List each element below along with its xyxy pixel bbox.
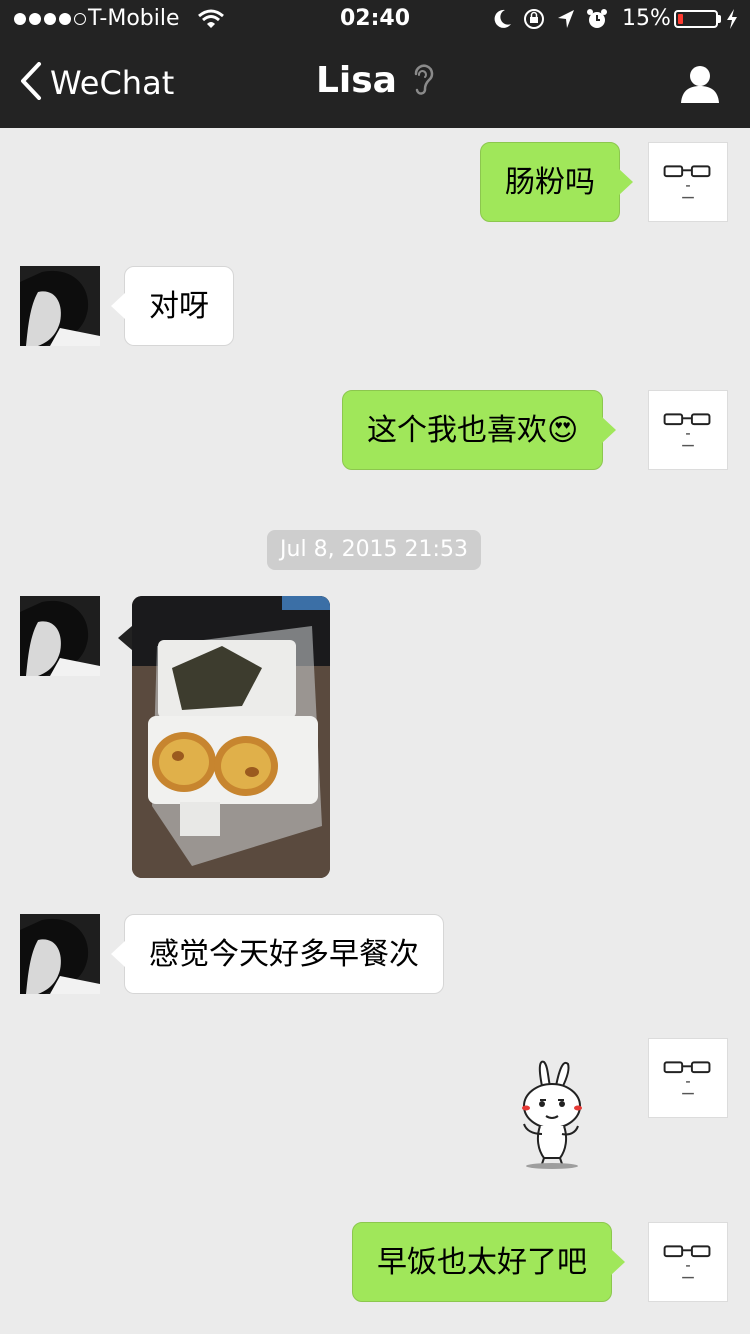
contact-name: Lisa <box>315 60 397 101</box>
lisa-avatar[interactable] <box>20 596 100 676</box>
message-bubble-incoming[interactable]: 对呀 <box>111 266 234 346</box>
rotation-lock-icon <box>522 8 546 36</box>
alarm-icon <box>586 8 608 36</box>
lisa-avatar[interactable] <box>20 266 100 346</box>
chat-timestamp: Jul 8, 2015 21:53 <box>267 530 481 570</box>
lisa-avatar[interactable] <box>20 914 100 994</box>
charging-bolt-icon <box>726 8 738 36</box>
top-bar: T-Mobile 02:40 15% WeChat Lisa <box>0 0 750 128</box>
person-icon[interactable] <box>680 64 720 108</box>
battery-percentage: 15% <box>622 6 671 31</box>
my-avatar[interactable] <box>648 390 728 470</box>
breakfast-photo <box>132 596 330 878</box>
battery-level-fill <box>678 14 683 24</box>
message-bubble-outgoing[interactable]: 肠粉吗 <box>480 142 633 222</box>
my-avatar[interactable] <box>648 142 728 222</box>
glasses-face-icon <box>663 413 711 447</box>
glasses-face-icon <box>663 1245 711 1279</box>
message-bubble-outgoing[interactable]: 早饭也太好了吧 <box>352 1222 625 1302</box>
bunny-sticker-icon <box>522 1060 582 1169</box>
glasses-face-icon <box>663 1061 711 1095</box>
ear-icon <box>410 63 434 99</box>
message-bubble-incoming[interactable]: 感觉今天好多早餐次 <box>111 914 444 994</box>
message-text: 这个我也喜欢 <box>367 413 547 448</box>
my-avatar[interactable] <box>648 1038 728 1118</box>
status-bar: T-Mobile 02:40 15% <box>0 0 750 40</box>
battery-icon <box>674 10 718 28</box>
heart-eyes-emoji: 😍 <box>547 413 579 448</box>
location-arrow-icon <box>556 8 576 36</box>
my-avatar[interactable] <box>648 1222 728 1302</box>
photo-message[interactable] <box>132 596 330 878</box>
chat-title: Lisa <box>0 60 750 101</box>
message-bubble-outgoing[interactable]: 这个我也喜欢😍 <box>342 390 617 470</box>
sticker-message[interactable] <box>512 1058 592 1170</box>
moon-icon <box>492 8 512 36</box>
glasses-face-icon <box>663 165 711 199</box>
